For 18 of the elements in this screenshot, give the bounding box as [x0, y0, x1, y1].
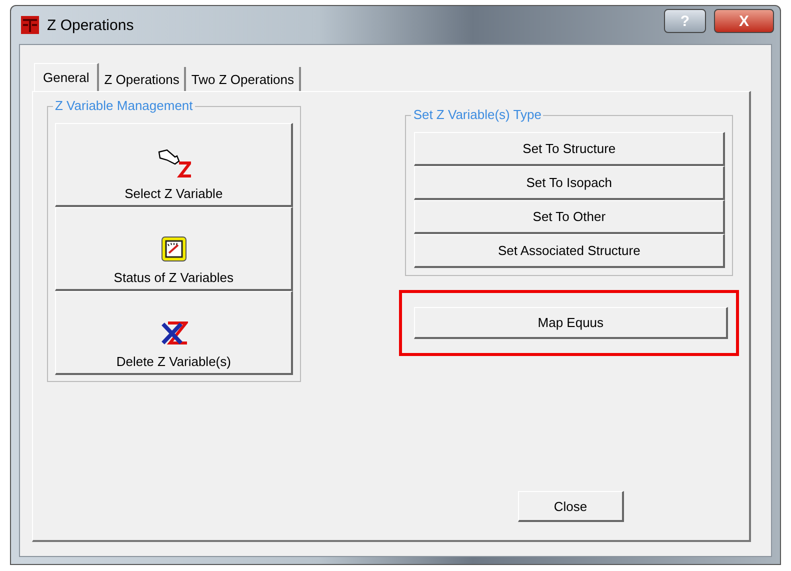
- set-type-button[interactable]: Set To Other: [414, 200, 725, 234]
- close-window-button[interactable]: X: [714, 9, 774, 33]
- gauge-icon: [160, 236, 187, 262]
- tool-button[interactable]: Delete Z Variable(s): [55, 291, 294, 375]
- set-type-button[interactable]: Set To Isopach: [414, 166, 725, 200]
- pointer-z-icon: [156, 148, 191, 178]
- tab[interactable]: General: [34, 63, 100, 91]
- tool-button[interactable]: Select Z Variable: [55, 123, 294, 207]
- group-title: Set Z Variable(s) Type: [411, 107, 544, 122]
- window-title: Z Operations: [47, 16, 134, 34]
- tool-button[interactable]: Status of Z Variables: [55, 207, 294, 291]
- group-title: Z Variable Management: [53, 98, 195, 113]
- map-equus-button[interactable]: Map Equus: [414, 307, 728, 339]
- app-icon: [21, 16, 39, 34]
- delete-z-icon: [160, 320, 188, 346]
- close-button[interactable]: Close: [518, 491, 624, 522]
- set-type-button[interactable]: Set To Structure: [414, 132, 725, 166]
- set-type-button[interactable]: Set Associated Structure: [414, 234, 725, 268]
